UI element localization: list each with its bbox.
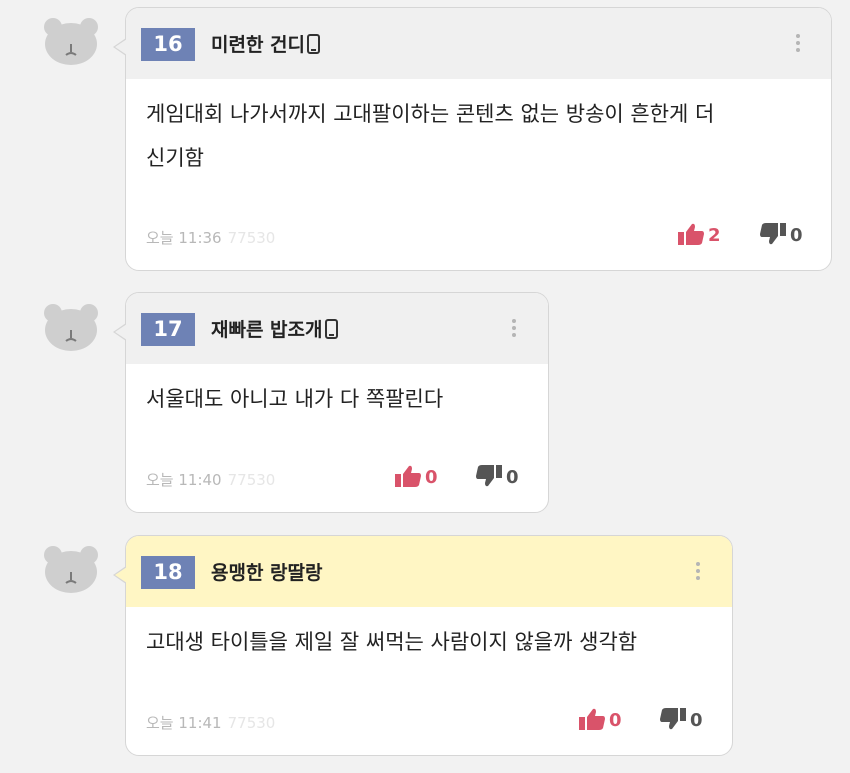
content-line: 게임대회 나가서까지 고대팔이하는 콘텐츠 없는 방송이 흔한게 더: [146, 102, 715, 126]
like-count: 0: [609, 710, 622, 731]
comment-meta: 오늘 11:36 77530: [146, 227, 275, 248]
bubble-tail: [113, 323, 127, 341]
content-line: 신기함: [146, 146, 204, 170]
bear-avatar-icon: [43, 17, 99, 65]
comment-content: 고대생 타이틀을 제일 잘 써먹는 사람이지 않을까 생각함: [146, 620, 637, 664]
nickname-text: 미련한 건디: [211, 34, 306, 56]
bear-avatar-icon: [43, 545, 99, 593]
phone-icon: [307, 34, 321, 54]
comment-number: 18: [141, 556, 195, 589]
content-line: 고대생 타이틀을 제일 잘 써먹는 사람이지 않을까 생각함: [146, 630, 638, 654]
comment-meta: 오늘 11:40 77530: [146, 469, 275, 490]
like-button[interactable]: 2: [677, 222, 721, 248]
comment-content: 게임대회 나가서까지 고대팔이하는 콘텐츠 없는 방송이 흔한게 더 신기함: [146, 92, 714, 180]
comment-card: 16 미련한 건디 게임대회 나가서까지 고대팔이하는 콘텐츠 없는 방송이 흔…: [113, 7, 832, 271]
comment-time: 오늘 11:36: [146, 229, 222, 247]
hit-count: 77530: [227, 471, 276, 489]
hit-count: 77530: [227, 229, 276, 247]
bubble-tail: [113, 566, 127, 584]
nickname[interactable]: 미련한 건디: [211, 30, 321, 60]
thumbs-down-icon: [476, 465, 502, 487]
thumbs-down-icon: [760, 223, 786, 245]
hit-count: 77530: [227, 714, 276, 732]
more-options-icon[interactable]: [696, 562, 701, 584]
comment-meta: 오늘 11:41 77530: [146, 712, 275, 733]
like-count: 2: [708, 225, 721, 246]
nickname-text: 재빠른 밥조개: [211, 319, 323, 341]
thumbs-down-icon: [660, 708, 686, 730]
like-count: 0: [425, 467, 438, 488]
like-button[interactable]: 0: [394, 464, 438, 490]
nickname[interactable]: 재빠른 밥조개: [211, 315, 338, 345]
thumbs-up-icon: [395, 465, 421, 487]
thumbs-up-icon: [678, 223, 704, 245]
like-button[interactable]: 0: [578, 707, 622, 733]
comment-card-highlighted: 18 용맹한 랑딸랑 고대생 타이틀을 제일 잘 써먹는 사람이지 않을까 생각…: [113, 535, 733, 756]
comment-content: 서울대도 아니고 내가 다 쪽팔린다: [146, 377, 443, 421]
more-options-icon[interactable]: [512, 319, 517, 341]
comment-time: 오늘 11:41: [146, 714, 222, 732]
dislike-count: 0: [790, 225, 803, 246]
comment-number: 17: [141, 313, 195, 346]
comment-header: 18 용맹한 랑딸랑: [126, 536, 732, 607]
dislike-count: 0: [506, 467, 519, 488]
bubble-tail: [113, 38, 127, 56]
dislike-count: 0: [690, 710, 703, 731]
comment-card: 17 재빠른 밥조개 서울대도 아니고 내가 다 쪽팔린다 오늘 11:40 77…: [113, 292, 549, 513]
comment-time: 오늘 11:40: [146, 471, 222, 489]
comment-header: 17 재빠른 밥조개: [126, 293, 548, 364]
comment-header: 16 미련한 건디: [126, 8, 831, 79]
dislike-button[interactable]: 0: [659, 707, 703, 733]
nickname[interactable]: 용맹한 랑딸랑: [211, 558, 323, 588]
dislike-button[interactable]: 0: [759, 222, 803, 248]
content-line: 서울대도 아니고 내가 다 쪽팔린다: [146, 387, 444, 411]
more-options-icon[interactable]: [796, 34, 801, 56]
bear-avatar-icon: [43, 303, 99, 351]
thumbs-up-icon: [579, 708, 605, 730]
comment-number: 16: [141, 28, 195, 61]
dislike-button[interactable]: 0: [475, 464, 519, 490]
phone-icon: [324, 319, 338, 339]
